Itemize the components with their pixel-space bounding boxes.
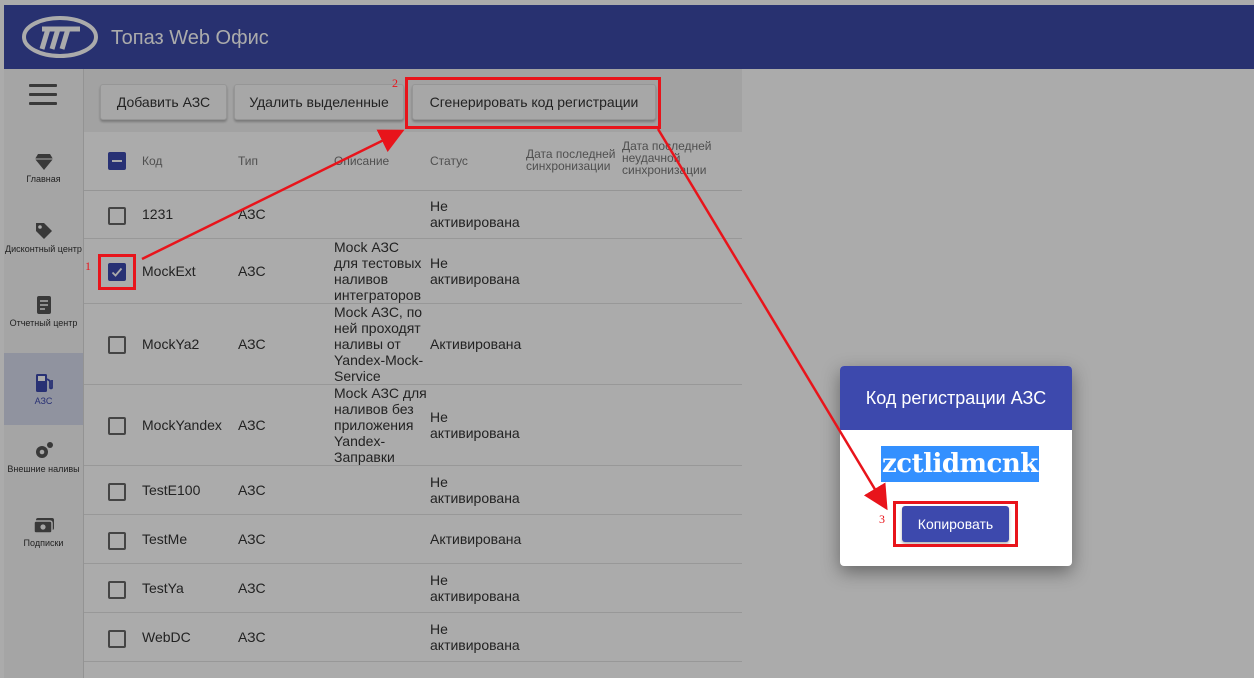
annotation-arrows [141, 128, 888, 511]
arrow-2-to-3 [656, 128, 888, 511]
arrow-1-to-2 [141, 129, 405, 261]
